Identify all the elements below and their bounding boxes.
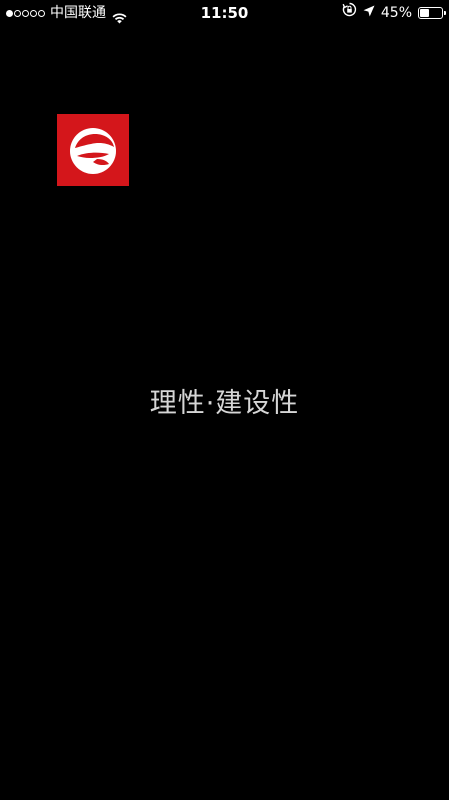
location-icon (363, 0, 375, 26)
battery-percent: 45% (380, 5, 412, 21)
slogan: 理性·建设性 (149, 388, 300, 419)
battery-icon (418, 7, 446, 19)
battery-fill (420, 9, 430, 17)
app-logo (57, 114, 129, 186)
status-bar: 中国联通 11:50 45% (0, 0, 449, 26)
status-right: 45% (342, 0, 446, 26)
app-logo-e-icon (70, 128, 116, 174)
rotation-lock-icon (342, 0, 357, 26)
